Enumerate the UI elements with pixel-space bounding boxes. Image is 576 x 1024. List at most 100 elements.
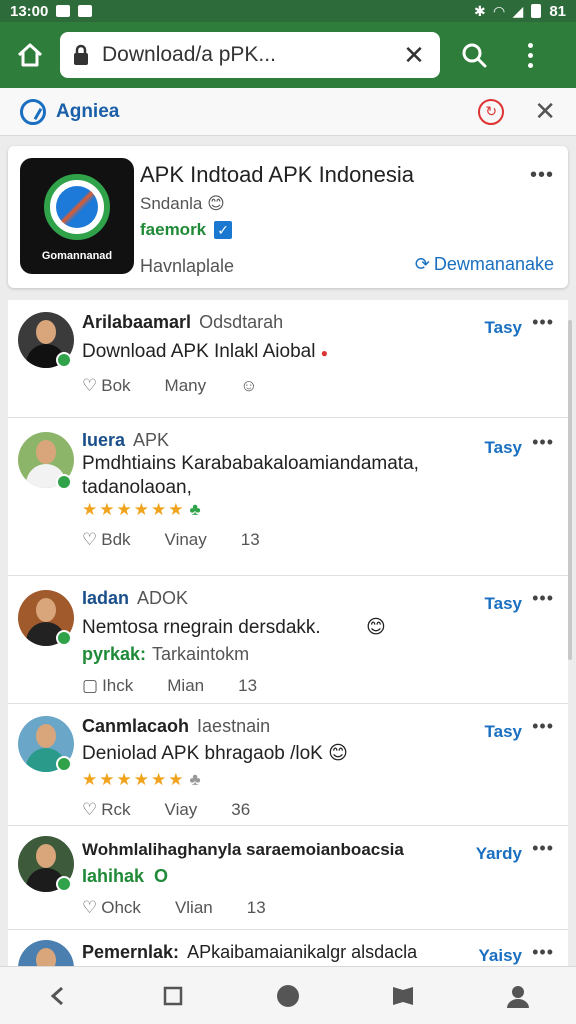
reply-button[interactable]: Vinay	[165, 530, 207, 550]
home-button[interactable]	[10, 35, 50, 75]
home-nav-button[interactable]	[263, 971, 313, 1021]
download-link[interactable]: ⟳ Dewmananake	[415, 254, 554, 275]
back-icon	[50, 986, 63, 1005]
thumb-icon: ♣	[189, 500, 203, 519]
comment-more-icon[interactable]: •••	[532, 432, 554, 453]
app-status: Havnlaplale	[140, 256, 235, 276]
reply-button[interactable]: Vlian	[175, 898, 213, 918]
app-title: APK Indtoad APK Indonesia	[140, 162, 414, 187]
comment-author[interactable]: Iadan ADOK	[82, 588, 188, 609]
verified-badge-icon	[56, 876, 72, 892]
card-more-icon[interactable]: •••	[530, 164, 554, 187]
strip-label: Agniea	[56, 100, 120, 122]
comment-text: Download APK Inlakl Aiobal ●	[82, 341, 328, 362]
comment-more-icon[interactable]: •••	[532, 312, 554, 333]
comment-more-icon[interactable]: •••	[532, 588, 554, 609]
comment-list: Arilabaamarl Odsdtarah Tasy ••• Download …	[8, 300, 568, 966]
comment-more-icon[interactable]: •••	[532, 942, 554, 963]
comment-author[interactable]: Canmlacaoh Iaestnain	[82, 716, 270, 737]
app-icon[interactable]: Gomannanad	[20, 158, 134, 274]
person-icon	[507, 985, 530, 1008]
heart-icon: ♡	[82, 800, 98, 819]
heart-icon: ♡	[82, 376, 98, 395]
overflow-menu-button[interactable]	[508, 33, 552, 77]
signal-icon: ◢	[512, 3, 524, 19]
status-bar: 13:00 ✱ ◠ ◢ 81	[0, 0, 576, 22]
mail-icon	[78, 5, 93, 17]
list-item: Iadan ADOK Tasy ••• Nemtosa rnegrain ders…	[8, 576, 568, 704]
verified-badge-icon	[56, 352, 72, 368]
avatar[interactable]	[18, 940, 74, 966]
more-vert-icon	[527, 42, 533, 68]
comment-subtext: Iahihak O	[82, 866, 169, 886]
download-icon: ⟳	[414, 254, 430, 274]
reply-button[interactable]: Many	[165, 376, 207, 396]
battery-level: 81	[549, 2, 566, 20]
like-button[interactable]: ▢ Ihck	[82, 676, 133, 696]
comment-actions: ♡ Bok Many ☺	[82, 376, 257, 396]
comment-author[interactable]: Arilabaamarl Odsdtarah	[82, 312, 283, 333]
lock-icon	[74, 44, 88, 65]
scrollbar[interactable]	[568, 320, 572, 660]
book-icon	[393, 986, 414, 1005]
comment-time: Tasy	[484, 594, 523, 613]
comment-author[interactable]: Wohmlalihaghanyla saraemoianboacsia	[82, 840, 404, 860]
refresh-icon[interactable]: ↻	[478, 98, 505, 125]
bottom-nav	[0, 966, 576, 1024]
comment-more-icon[interactable]: •••	[532, 838, 554, 859]
comment-text: Nemtosa rnegrain dersdakk. 😊	[82, 617, 386, 638]
comment-author[interactable]: Iuera APK	[82, 430, 169, 451]
comment-time: Tasy	[484, 722, 523, 741]
comment-text: Pmdhtiains Karababakaloamiandamata, tada…	[82, 453, 419, 498]
status-time: 13:00	[10, 2, 49, 20]
comment-count: 36	[231, 800, 251, 819]
like-button[interactable]: ♡ Bok	[82, 376, 131, 396]
list-item: Arilabaamarl Odsdtarah Tasy ••• Download …	[8, 300, 568, 418]
bookmarks-button[interactable]	[378, 971, 428, 1021]
browser-toolbar: Download/a pPK... ✕	[0, 22, 576, 88]
reply-button[interactable]: Mian	[167, 676, 204, 696]
like-button[interactable]: ♡ Rck	[82, 800, 131, 820]
app-verified: faemork ✓	[140, 220, 233, 240]
comment-more-icon[interactable]: •••	[532, 716, 554, 737]
emoji-react-icon[interactable]: ☺	[240, 376, 257, 396]
notification-icon	[56, 5, 71, 17]
smile-emoji-icon: 😊	[207, 194, 225, 213]
comment-time: Yardy	[475, 844, 522, 863]
smile-emoji-icon: 😊	[328, 743, 348, 764]
app-subtitle: Sndanla 😊	[140, 194, 225, 213]
home-icon	[17, 43, 43, 67]
like-button[interactable]: ♡ Ohck	[82, 898, 141, 918]
battery-icon	[531, 4, 542, 18]
comment-actions: ♡ Rck Viay 36	[82, 800, 250, 820]
heart-icon: ♡	[82, 530, 98, 549]
address-bar[interactable]: Download/a pPK... ✕	[60, 32, 440, 78]
checkbox-icon[interactable]: ✓	[214, 221, 233, 239]
smile-emoji-icon: 😊	[365, 617, 386, 638]
search-button[interactable]	[452, 33, 496, 77]
comment-text: Deniolad APK bhragaob /loK 😊	[82, 743, 348, 764]
comment-count: 13	[238, 676, 258, 695]
comment-author[interactable]: Pemernlak: APkaibamaianikalgr alsdacla	[82, 942, 417, 963]
list-item: Wohmlalihaghanyla saraemoianboacsia Yard…	[8, 826, 568, 930]
recents-button[interactable]	[148, 971, 198, 1021]
comment-time: Tasy	[484, 438, 523, 457]
clear-url-icon[interactable]: ✕	[400, 40, 428, 71]
square-icon	[163, 986, 183, 1005]
like-button[interactable]: ♡ Bdk	[82, 530, 131, 550]
comment-count: 13	[240, 530, 260, 549]
back-button[interactable]	[33, 971, 83, 1021]
info-strip: Agniea ↻ ✕	[0, 88, 576, 136]
close-strip-icon[interactable]: ✕	[534, 96, 556, 127]
search-icon	[462, 43, 487, 68]
comment-time: Yaisy	[478, 946, 523, 965]
thumb-icon: ♣	[189, 770, 203, 789]
url-text[interactable]: Download/a pPK...	[102, 43, 400, 67]
star-rating: ★★★★★★ ♣	[82, 500, 203, 519]
reply-button[interactable]: Viay	[165, 800, 198, 820]
profile-button[interactable]	[493, 971, 543, 1021]
comment-count: 13	[246, 898, 266, 917]
comment-actions: ♡ Ohck Vlian 13	[82, 898, 266, 918]
verified-badge-icon	[56, 474, 72, 490]
star-rating: ★★★★★★ ♣	[82, 770, 203, 789]
